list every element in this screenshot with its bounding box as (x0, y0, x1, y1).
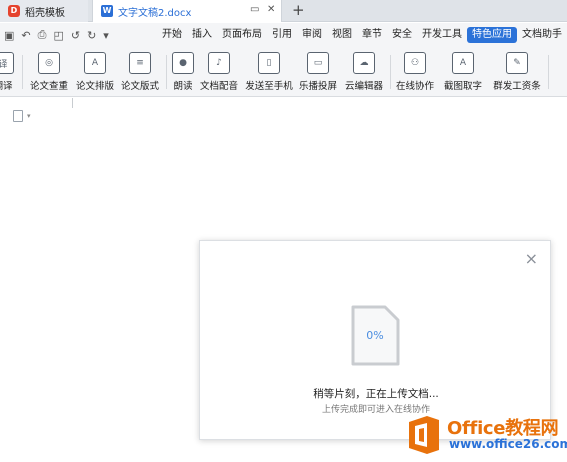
paper-format-icon: ≡ (129, 52, 151, 74)
ribbon-divider (390, 55, 391, 89)
cloud-editor-button[interactable]: ☁ 云编辑器 (342, 47, 386, 97)
print-icon[interactable]: ⎙ (38, 28, 47, 42)
quick-access-toolbar: ▣ ↶ ⎙ ◰ ↺ ↻ ▾ (0, 28, 157, 42)
collaborate-icon: ⚇ (404, 52, 426, 74)
title-tab-bar: D 稻壳模板 W 文字文稿2.docx ▭ ✕ + (0, 0, 567, 22)
ocr-label: 截图取字 (443, 81, 482, 92)
dubbing-button[interactable]: ♪ 文档配音 (198, 47, 240, 97)
payslip-icon: ✎ (506, 52, 528, 74)
translate-button[interactable]: 译 翻译 (0, 47, 16, 97)
paper-check-label: 论文查重 (29, 81, 68, 92)
paper-layout-button[interactable]: A 论文排版 (74, 47, 116, 97)
float-window-icon[interactable]: ▭ (250, 4, 259, 15)
doc-mode-icon[interactable] (13, 110, 23, 122)
cloud-edit-icon: ☁ (353, 52, 375, 74)
writer-logo-icon: W (101, 5, 113, 17)
watermark: Office教程网 www.office26.com (405, 412, 567, 458)
menu-references[interactable]: 引用 (267, 27, 297, 43)
menu-items: 开始 插入 页面布局 引用 审阅 视图 章节 安全 开发工具 特色应用 文档助手 (157, 27, 567, 43)
tab-template[interactable]: D 稻壳模板 (0, 0, 88, 22)
paper-layout-label: 论文排版 (75, 81, 114, 92)
cast-button[interactable]: ▭ 乐播投屏 (297, 47, 339, 97)
margin-marker (72, 98, 73, 108)
phone-icon: ▯ (258, 52, 280, 74)
daoke-logo-icon: D (8, 5, 20, 17)
preview-icon[interactable]: ◰ (53, 29, 63, 42)
paper-layout-icon: A (84, 52, 106, 74)
office-logo-icon (409, 416, 439, 454)
menu-start[interactable]: 开始 (157, 27, 187, 43)
redo-icon[interactable]: ↻ (87, 29, 96, 42)
tab-document-label: 文字文稿2.docx (118, 7, 192, 19)
menu-sections[interactable]: 章节 (357, 27, 387, 43)
menu-security[interactable]: 安全 (387, 27, 417, 43)
ribbon-divider (548, 55, 549, 89)
tab-document[interactable]: W 文字文稿2.docx ▭ ✕ (92, 0, 282, 22)
close-tab-icon[interactable]: ✕ (267, 4, 275, 15)
paper-format-button[interactable]: ≡ 论文版式 (119, 47, 161, 97)
upload-status-title: 稍等片刻，正在上传文档... (313, 388, 439, 400)
ribbon: 译 翻译 ◎ 论文查重 A 论文排版 ≡ 论文版式 ● 朗读 ♪ 文档配音 ▯ … (0, 47, 567, 97)
read-aloud-label: 朗读 (173, 81, 193, 92)
tab-template-label: 稻壳模板 (25, 7, 65, 19)
send-to-phone-label: 发送至手机 (245, 81, 293, 92)
menu-special-apps[interactable]: 特色应用 (467, 27, 517, 43)
dubbing-label: 文档配音 (199, 81, 238, 92)
dubbing-icon: ♪ (208, 52, 230, 74)
payslip-button[interactable]: ✎ 群发工资条 (491, 47, 543, 97)
menu-view[interactable]: 视图 (327, 27, 357, 43)
upload-dialog: × 0% 稍等片刻，正在上传文档... 上传完成即可进入在线协作 (199, 240, 551, 440)
doc-mode-dropdown-icon[interactable]: ▾ (27, 112, 31, 120)
microphone-icon: ● (172, 52, 194, 74)
paper-check-icon: ◎ (38, 52, 60, 74)
payslip-label: 群发工资条 (493, 81, 541, 92)
translate-label: 翻译 (0, 81, 13, 92)
new-tab-button[interactable]: + (292, 1, 305, 19)
ribbon-divider (22, 55, 23, 89)
menu-insert[interactable]: 插入 (187, 27, 217, 43)
undo-icon[interactable]: ↺ (71, 29, 80, 42)
menu-bar: ▣ ↶ ⎙ ◰ ↺ ↻ ▾ 开始 插入 页面布局 引用 审阅 视图 章节 安全 … (0, 23, 567, 47)
menu-doc-assistant[interactable]: 文档助手 (517, 27, 567, 43)
paper-check-button[interactable]: ◎ 论文查重 (28, 47, 70, 97)
cloud-editor-label: 云编辑器 (344, 81, 383, 92)
customize-dropdown-icon[interactable]: ▾ (103, 29, 109, 42)
close-dialog-button[interactable]: × (525, 249, 538, 268)
ribbon-divider (166, 55, 167, 89)
upload-progress-percent: 0% (366, 329, 384, 342)
menu-developer[interactable]: 开发工具 (417, 27, 467, 43)
online-collab-label: 在线协作 (395, 81, 434, 92)
watermark-url: www.office26.com (449, 437, 567, 451)
cast-icon: ▭ (307, 52, 329, 74)
paper-format-label: 论文版式 (120, 81, 159, 92)
save-icon[interactable]: ▣ (4, 29, 14, 42)
cast-label: 乐播投屏 (298, 81, 337, 92)
ocr-icon: A (452, 52, 474, 74)
online-collab-button[interactable]: ⚇ 在线协作 (394, 47, 436, 97)
menu-review[interactable]: 审阅 (297, 27, 327, 43)
undo-history-icon[interactable]: ↶ (21, 29, 30, 42)
menu-page-layout[interactable]: 页面布局 (217, 27, 267, 43)
translate-icon: 译 (0, 52, 14, 74)
ocr-button[interactable]: A 截图取字 (440, 47, 486, 97)
send-to-phone-button[interactable]: ▯ 发送至手机 (244, 47, 294, 97)
read-aloud-button[interactable]: ● 朗读 (170, 47, 196, 97)
